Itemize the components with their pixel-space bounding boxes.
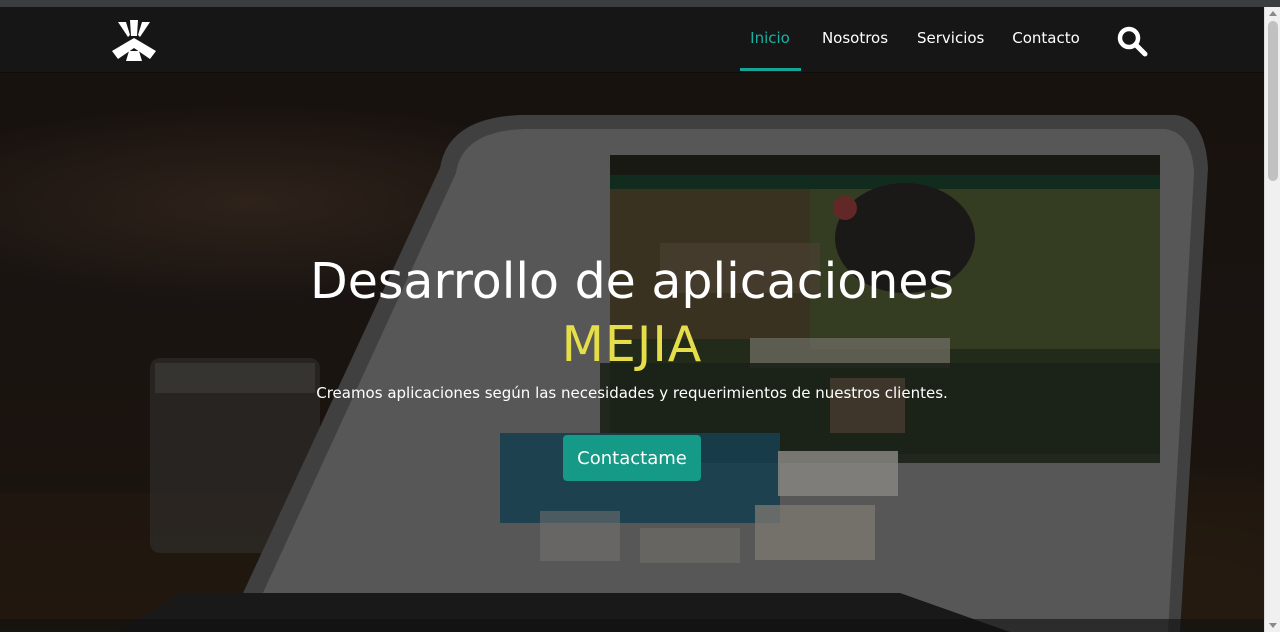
nav-item-inicio[interactable]: Inicio [748, 7, 792, 73]
nav-item-nosotros[interactable]: Nosotros [820, 7, 890, 73]
navbar: Inicio Nosotros Servicios Contacto [0, 7, 1264, 73]
hero-section: Desarrollo de aplicaciones MEJIA Creamos… [0, 73, 1264, 632]
hero-title: Desarrollo de aplicaciones [310, 253, 954, 310]
active-nav-indicator [740, 68, 801, 71]
brand-logo-icon[interactable] [110, 18, 158, 62]
browser-top-strip [0, 0, 1280, 7]
page-scrollbar[interactable] [1264, 7, 1280, 632]
scroll-up-arrow-icon[interactable] [1269, 11, 1277, 16]
contact-cta-button[interactable]: Contactame [563, 435, 701, 481]
scrollbar-thumb[interactable] [1268, 21, 1278, 181]
hero-brand-name: MEJIA [561, 316, 703, 373]
scroll-down-arrow-icon[interactable] [1269, 623, 1277, 628]
search-icon[interactable] [1115, 24, 1149, 58]
hero-subtitle: Creamos aplicaciones según las necesidad… [316, 384, 948, 402]
nav-item-contacto[interactable]: Contacto [1012, 7, 1080, 73]
nav-item-servicios[interactable]: Servicios [917, 7, 984, 73]
